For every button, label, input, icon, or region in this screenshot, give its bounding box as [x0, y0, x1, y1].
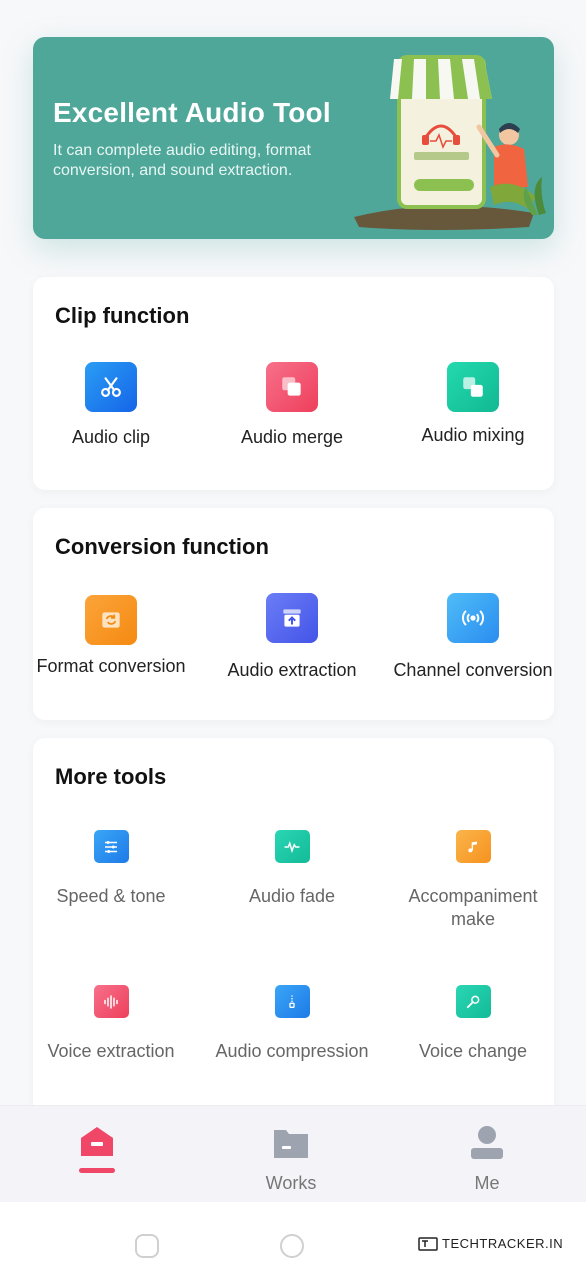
accompaniment-make-tool[interactable]: Accompaniment make	[386, 830, 560, 931]
tool-label: Audio compression	[215, 1041, 369, 1061]
banner-illustration	[354, 55, 546, 230]
format-conversion-tool[interactable]: Format conversion	[24, 595, 198, 678]
banner-subtitle: It can complete audio editing, format co…	[53, 142, 311, 179]
tool-label: Audio extraction	[227, 660, 357, 680]
promo-banner[interactable]: Excellent Audio Tool It can complete aud…	[33, 37, 554, 239]
voice-change-tool[interactable]: Voice change	[386, 985, 560, 1063]
zip-icon	[274, 985, 310, 1018]
music-note-icon	[455, 830, 491, 863]
more-tools-title: More tools	[55, 764, 167, 789]
audio-merge-tool[interactable]: Audio merge	[205, 362, 379, 449]
watermark-text: TECHTRACKER.IN	[442, 1236, 564, 1251]
audio-compression-tool[interactable]: Audio compression	[205, 985, 379, 1063]
audio-extraction-tool[interactable]: Audio extraction	[205, 593, 379, 682]
nav-me-label: Me	[474, 1173, 500, 1193]
conversion-function-title: Conversion function	[55, 534, 269, 559]
watermark: TECHTRACKER.IN	[418, 1236, 563, 1251]
tool-label: Audio clip	[71, 427, 151, 447]
nav-works[interactable]: Works	[231, 1124, 351, 1194]
waveform-icon	[274, 830, 310, 863]
extraction-icon	[266, 593, 318, 643]
nav-me[interactable]: Me	[427, 1124, 547, 1194]
nav-works-label: Works	[265, 1173, 317, 1193]
tool-label: Audio mixing	[421, 425, 525, 445]
home-button[interactable]	[280, 1234, 304, 1258]
audio-mixing-tool[interactable]: Audio mixing	[386, 362, 560, 447]
tool-label: Format conversion	[36, 656, 186, 676]
speed-tone-tool[interactable]: Speed & tone	[24, 830, 198, 908]
mic-icon	[455, 985, 491, 1018]
clip-function-card: Clip function Audio clip Audio merge Aud…	[33, 277, 554, 490]
watermark-logo-icon	[418, 1236, 438, 1251]
banner-title: Excellent Audio Tool	[53, 97, 331, 128]
audio-clip-tool[interactable]: Audio clip	[24, 362, 198, 449]
more-tools-card: More tools Speed & tone Audio fade Accom…	[33, 738, 554, 1118]
merge-icon	[266, 362, 318, 412]
tool-label: Audio fade	[248, 886, 336, 906]
tool-label: Voice extraction	[47, 1041, 175, 1061]
sliders-icon	[93, 830, 129, 863]
tool-label: Channel conversion	[393, 660, 553, 680]
audio-fade-tool[interactable]: Audio fade	[205, 830, 379, 908]
channel-conversion-tool[interactable]: Channel conversion	[386, 593, 560, 682]
scissors-icon	[85, 362, 137, 412]
recent-apps-button[interactable]	[135, 1234, 159, 1258]
bottom-nav: Works Me	[0, 1105, 586, 1202]
tool-label: Accompaniment make	[408, 886, 538, 929]
folder-icon	[274, 1130, 308, 1158]
tool-label: Voice change	[418, 1041, 528, 1061]
clip-function-title: Clip function	[55, 303, 190, 328]
broadcast-icon	[447, 593, 499, 643]
home-icon	[79, 1127, 115, 1173]
tool-label: Audio merge	[240, 427, 344, 447]
format-convert-icon	[85, 595, 137, 645]
voice-extraction-tool[interactable]: Voice extraction	[24, 985, 198, 1063]
sound-bars-icon	[93, 985, 129, 1018]
conversion-function-card: Conversion function Format conversion Au…	[33, 508, 554, 720]
tool-label: Speed & tone	[56, 886, 166, 906]
user-icon	[471, 1126, 503, 1159]
mixing-icon	[447, 362, 499, 412]
nav-home[interactable]	[37, 1124, 157, 1187]
